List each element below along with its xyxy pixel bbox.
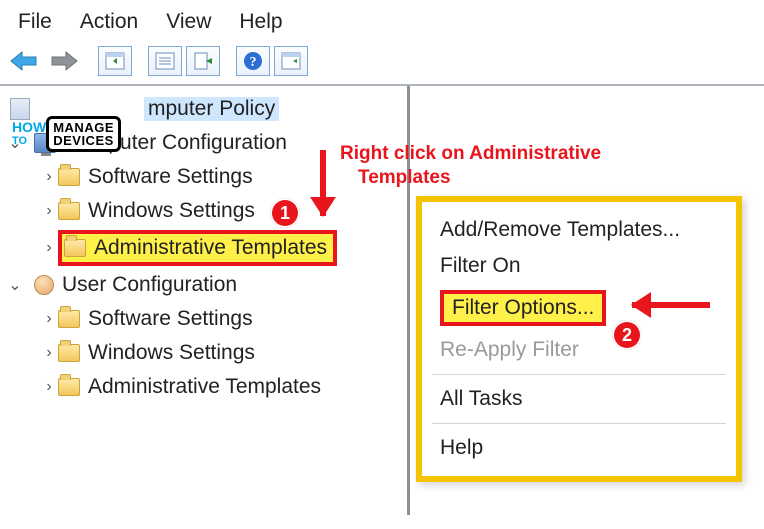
svg-text:?: ? [250, 55, 257, 70]
tree-uc-software-settings[interactable]: › Software Settings [6, 302, 405, 336]
tree-item-label: User Configuration [62, 273, 237, 297]
annotation-arrow-down [320, 150, 326, 216]
ctx-help[interactable]: Help [422, 430, 736, 466]
collapse-icon[interactable]: ⌄ [6, 275, 24, 295]
menu-file[interactable]: File [18, 10, 52, 34]
toolbar-pane-toggle-button[interactable] [98, 46, 132, 76]
expand-icon[interactable]: › [40, 239, 58, 257]
menu-action[interactable]: Action [80, 10, 138, 34]
tree-item-label: Software Settings [88, 165, 253, 189]
menu-bar: File Action View Help [0, 0, 764, 40]
annotation-arrow-left [632, 302, 710, 308]
highlight-admin-templates: Administrative Templates [58, 230, 337, 266]
tree-item-label: Software Settings [88, 307, 253, 331]
nav-forward-button[interactable] [46, 44, 82, 78]
highlight-filter-options: Filter Options... [440, 290, 606, 326]
expand-icon[interactable]: › [40, 310, 58, 328]
annotation-badge-1: 1 [270, 198, 300, 228]
toolbar-window-button[interactable] [274, 46, 308, 76]
tree-root-label: mputer Policy [144, 97, 279, 121]
tree-item-label: Windows Settings [88, 199, 255, 223]
ctx-separator [432, 423, 726, 424]
ctx-filter-options[interactable]: Filter Options... [422, 284, 736, 332]
tree-cc-administrative-templates[interactable]: › Administrative Templates [6, 228, 405, 268]
folder-icon [58, 168, 80, 186]
tree-uc-windows-settings[interactable]: › Windows Settings [6, 336, 405, 370]
ctx-separator [432, 374, 726, 375]
expand-icon[interactable]: › [40, 378, 58, 396]
annotation-badge-2: 2 [612, 320, 642, 350]
expand-icon[interactable]: › [40, 202, 58, 220]
toolbar-export-button[interactable] [186, 46, 220, 76]
menu-help[interactable]: Help [239, 10, 282, 34]
toolbar-help-button[interactable]: ? [236, 46, 270, 76]
nav-back-button[interactable] [6, 44, 42, 78]
watermark-logo: HOW TO MANAGE DEVICES [12, 116, 121, 152]
ctx-all-tasks[interactable]: All Tasks [422, 381, 736, 417]
tree-item-label: Administrative Templates [88, 375, 321, 399]
expand-icon[interactable]: › [40, 168, 58, 186]
ctx-reapply-filter: Re-Apply Filter [422, 332, 736, 368]
annotation-instruction: Right click on Administrative Templates [340, 142, 601, 190]
ctx-filter-on[interactable]: Filter On [422, 248, 736, 284]
tree-cc-windows-settings[interactable]: › Windows Settings [6, 194, 405, 228]
folder-icon [58, 202, 80, 220]
tree-item-label: Windows Settings [88, 341, 255, 365]
folder-icon [64, 239, 86, 257]
context-menu: Add/Remove Templates... Filter On Filter… [416, 196, 742, 482]
expand-icon[interactable]: › [40, 344, 58, 362]
tree-item-label: Administrative Templates [94, 236, 327, 260]
tree-user-configuration[interactable]: ⌄ User Configuration [6, 268, 405, 302]
folder-icon [58, 344, 80, 362]
ctx-add-remove-templates[interactable]: Add/Remove Templates... [422, 212, 736, 248]
user-icon [34, 275, 54, 295]
toolbar-list-button[interactable] [148, 46, 182, 76]
menu-view[interactable]: View [166, 10, 211, 34]
folder-icon [58, 378, 80, 396]
toolbar: ? [0, 40, 764, 86]
tree-uc-administrative-templates[interactable]: › Administrative Templates [6, 370, 405, 404]
folder-icon [58, 310, 80, 328]
